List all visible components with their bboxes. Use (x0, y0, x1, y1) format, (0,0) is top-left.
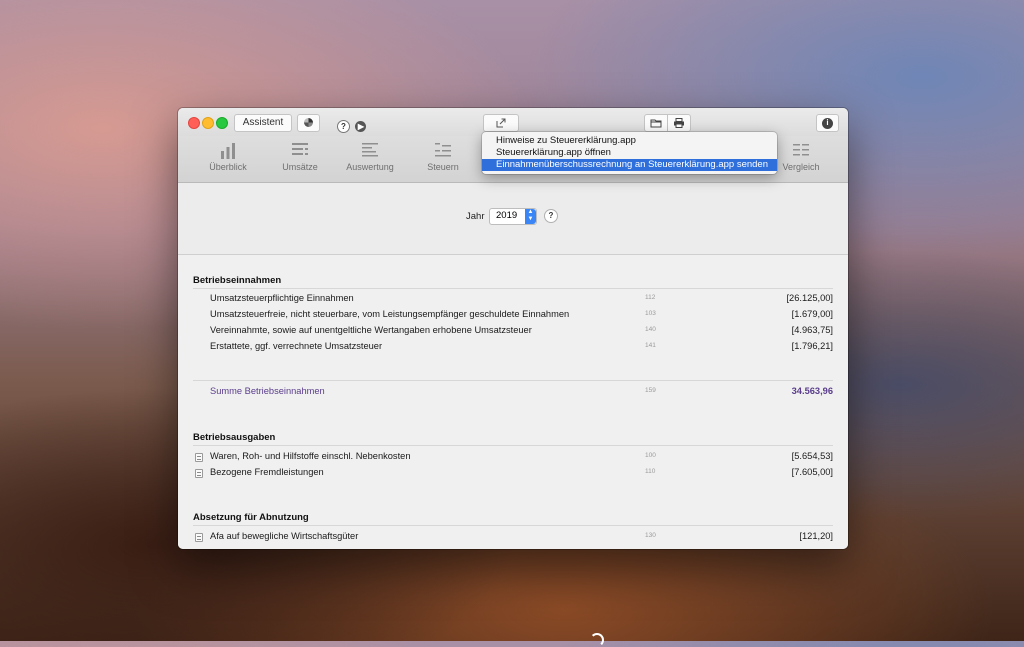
tab-report-label: Auswertung (346, 162, 394, 172)
color-icon (304, 118, 313, 127)
sum-amount: 34.563,96 (791, 386, 833, 396)
sum-code: 159 (645, 387, 656, 394)
tab-transactions-label: Umsätze (282, 162, 318, 172)
row-code: 110 (645, 468, 656, 475)
row-code: 140 (645, 326, 656, 333)
row-amount: [26.125,00] (786, 293, 833, 303)
row-code: 130 (645, 532, 656, 539)
tab-compare-label: Vergleich (782, 162, 820, 172)
row-amount: [5.654,53] (791, 451, 833, 461)
info-icon: i (822, 117, 833, 129)
year-selector-bar: Jahr 2019 ▲ ▼ ? (178, 183, 848, 255)
year-select[interactable]: 2019 ▲ ▼ (489, 208, 537, 225)
folder-icon (650, 119, 662, 128)
row-label: Erstattete, ggf. verrechnete Umsatzsteue… (210, 341, 383, 351)
transactions-icon (292, 143, 308, 155)
table-row[interactable]: Bezogene Fremdleistungen 110 [7.605,00] (193, 467, 833, 481)
assistant-button[interactable]: Assistent (234, 114, 292, 132)
row-amount: [7.605,00] (791, 467, 833, 477)
share-menu: Hinweise zu Steuererklärung.app Steuerer… (482, 132, 777, 174)
menu-item-send-report[interactable]: Einnahmenüberschussrechnung an Steuererk… (482, 159, 777, 171)
document-icon[interactable] (195, 453, 203, 462)
menu-item-hints[interactable]: Hinweise zu Steuererklärung.app (482, 135, 777, 147)
app-window: Assistent ? ▶ i Überblick Umsätze Auswer… (178, 108, 848, 549)
table-row[interactable]: Afa auf bewegliche Wirtschaftsgüter 130 … (193, 531, 833, 545)
row-code: 141 (645, 342, 656, 349)
info-button[interactable]: i (816, 114, 839, 132)
report-content: Betriebseinnahmen Umsatzsteuerpflichtige… (178, 255, 848, 549)
row-label: Umsatzsteuerpflichtige Einnahmen (210, 293, 354, 303)
tab-overview[interactable]: Überblick (193, 141, 263, 172)
bar-chart-icon (221, 143, 235, 159)
tab-transactions[interactable]: Umsätze (265, 141, 335, 172)
divider (193, 525, 833, 526)
section-title-income: Betriebseinnahmen (193, 275, 282, 286)
sum-row-income[interactable]: Summe Betriebseinnahmen 159 34.563,96 (193, 386, 833, 400)
divider (193, 288, 833, 289)
row-amount: [1.679,00] (791, 309, 833, 319)
sum-label: Summe Betriebseinnahmen (210, 386, 325, 396)
divider (193, 380, 833, 381)
year-value: 2019 (496, 210, 518, 221)
table-row[interactable]: Erstattete, ggf. verrechnete Umsatzsteue… (193, 341, 833, 355)
share-button[interactable] (483, 114, 519, 132)
share-icon (496, 118, 506, 128)
print-icon (674, 118, 684, 128)
year-label: Jahr (466, 211, 485, 222)
menu-item-open-app[interactable]: Steuererklärung.app öffnen (482, 147, 777, 159)
section-title-depreciation: Absetzung für Abnutzung (193, 512, 309, 523)
table-row[interactable]: Vereinnahmte, sowie auf unentgeltliche W… (193, 325, 833, 339)
row-amount: [1.796,21] (791, 341, 833, 351)
help-button[interactable]: ? (337, 120, 350, 133)
divider (193, 445, 833, 446)
tab-taxes[interactable]: Steuern (408, 141, 478, 172)
chevron-down-icon: ▼ (527, 216, 534, 222)
play-icon[interactable]: ▶ (355, 121, 367, 132)
tax-icon (435, 143, 451, 157)
row-amount: [121,20] (799, 531, 833, 541)
open-folder-button[interactable] (644, 114, 668, 132)
row-code: 103 (645, 310, 656, 317)
document-icon[interactable] (195, 533, 203, 542)
color-button[interactable] (297, 114, 320, 132)
zoom-window-button[interactable] (216, 117, 228, 129)
tab-taxes-label: Steuern (427, 162, 459, 172)
help-play-group: ? ▶ (337, 116, 367, 134)
section-title-expenses: Betriebsausgaben (193, 432, 276, 443)
row-label: Bezogene Fremdleistungen (210, 467, 324, 477)
year-stepper[interactable]: ▲ ▼ (525, 209, 536, 224)
compare-icon (793, 144, 809, 156)
row-code: 112 (645, 294, 656, 301)
year-help-button[interactable]: ? (544, 209, 558, 223)
row-label: Afa auf bewegliche Wirtschaftsgüter (210, 531, 359, 541)
table-row[interactable]: Umsatzsteuerfreie, nicht steuerbare, vom… (193, 309, 833, 323)
row-label: Vereinnahmte, sowie auf unentgeltliche W… (210, 325, 532, 335)
report-icon (362, 143, 378, 157)
chevron-up-icon: ▲ (527, 209, 534, 215)
row-code: 100 (645, 452, 656, 459)
row-amount: [4.963,75] (791, 325, 833, 335)
busy-cursor-icon (590, 633, 604, 647)
row-label: Umsatzsteuerfreie, nicht steuerbare, vom… (210, 309, 570, 319)
table-row[interactable]: Waren, Roh- und Hilfstoffe einschl. Nebe… (193, 451, 833, 465)
file-actions-group (644, 114, 691, 132)
row-label: Waren, Roh- und Hilfstoffe einschl. Nebe… (210, 451, 411, 461)
print-button[interactable] (668, 114, 691, 132)
minimize-window-button[interactable] (202, 117, 214, 129)
document-icon[interactable] (195, 469, 203, 478)
tab-report[interactable]: Auswertung (335, 141, 405, 172)
tab-overview-label: Überblick (209, 162, 247, 172)
close-window-button[interactable] (188, 117, 200, 129)
table-row[interactable]: Umsatzsteuerpflichtige Einnahmen 112 [26… (193, 293, 833, 307)
